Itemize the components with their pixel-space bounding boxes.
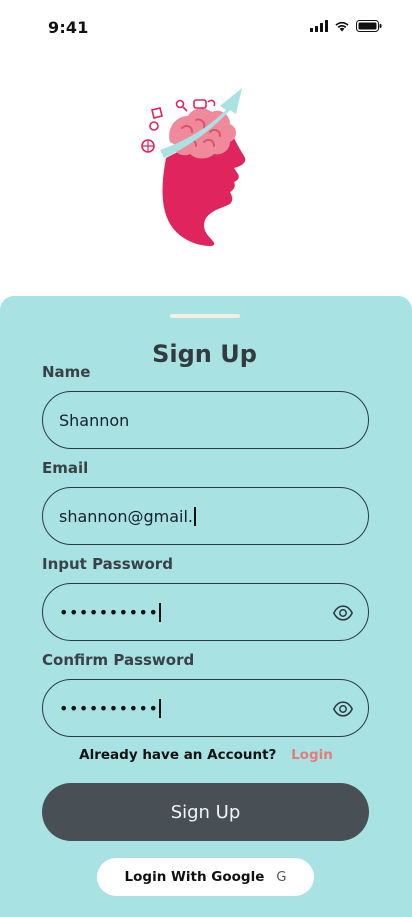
- email-value: shannon@gmail.: [59, 506, 194, 526]
- confirm-password-label: Confirm Password: [42, 651, 195, 669]
- confirm-password-value: ••••••••••: [59, 698, 159, 718]
- password-value: ••••••••••: [59, 602, 159, 622]
- text-cursor: [194, 506, 196, 526]
- password-field[interactable]: ••••••••••: [42, 583, 369, 641]
- signup-button[interactable]: Sign Up: [42, 783, 369, 841]
- google-button-label: Login With Google: [124, 869, 265, 885]
- eye-icon[interactable]: [332, 602, 354, 624]
- status-time: 9:41: [48, 18, 89, 37]
- login-link[interactable]: Login: [291, 747, 333, 763]
- text-cursor: [159, 602, 161, 622]
- google-icon: G: [276, 869, 287, 885]
- brain-head-logo-icon: [141, 88, 246, 246]
- email-field[interactable]: shannon@gmail.: [42, 487, 369, 545]
- name-label: Name: [42, 363, 91, 381]
- account-prompt-text: Already have an Account?: [79, 747, 277, 763]
- confirm-password-field[interactable]: ••••••••••: [42, 679, 369, 737]
- signal-icon: [310, 20, 328, 32]
- status-icons: [310, 20, 382, 32]
- name-value: Shannon: [59, 410, 130, 430]
- account-prompt-line: Already have an Account? Login: [0, 747, 412, 763]
- wifi-icon: [335, 21, 349, 32]
- eye-icon[interactable]: [332, 698, 354, 720]
- email-label: Email: [42, 459, 89, 477]
- name-field[interactable]: Shannon: [42, 391, 369, 449]
- text-cursor: [159, 698, 161, 718]
- status-bar: 9:41: [0, 0, 412, 56]
- battery-icon: [356, 20, 382, 32]
- signup-sheet: Sign Up Name Shannon Email shannon@gmail…: [0, 296, 412, 917]
- password-label: Input Password: [42, 555, 173, 573]
- login-with-google-button[interactable]: Login With Google G: [97, 858, 314, 896]
- sheet-handle[interactable]: [170, 314, 240, 318]
